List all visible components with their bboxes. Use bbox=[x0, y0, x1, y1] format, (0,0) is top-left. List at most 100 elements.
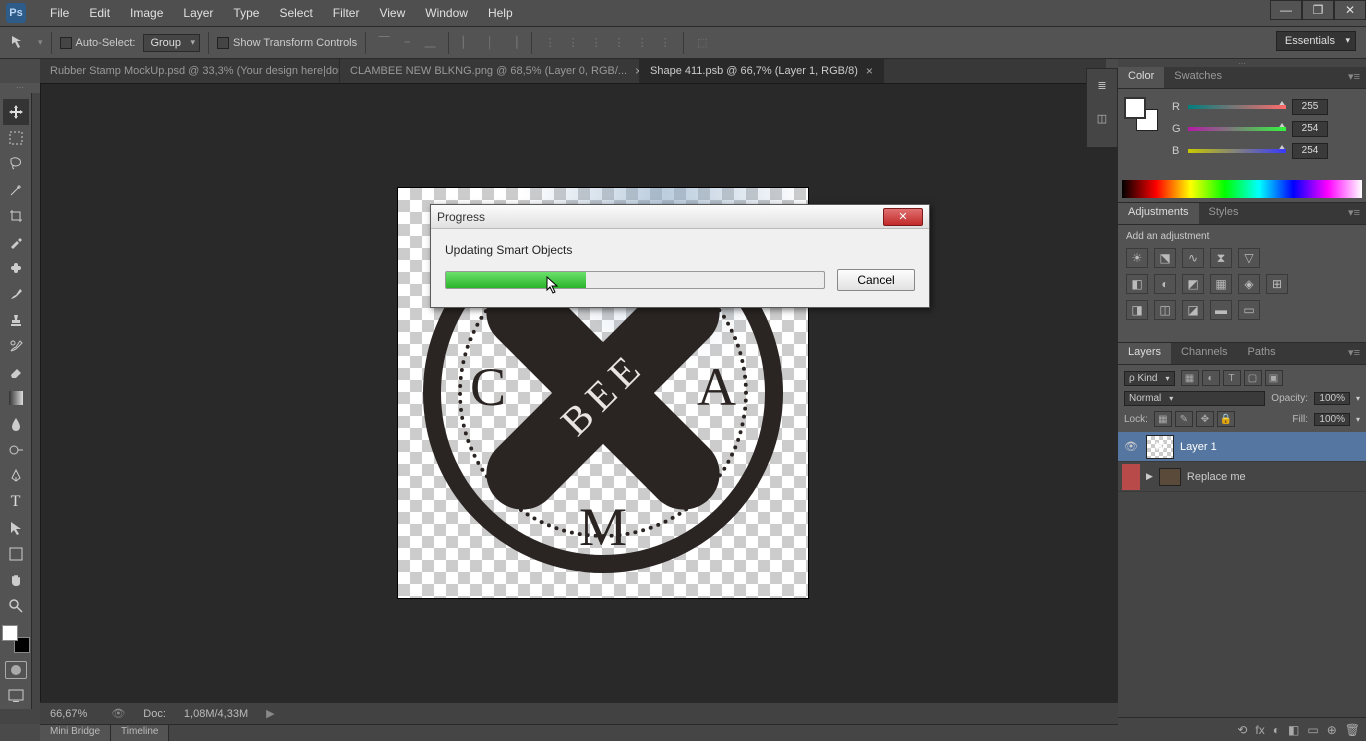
gradient-tool[interactable] bbox=[3, 385, 29, 411]
lock-all-icon[interactable]: 🔒 bbox=[1217, 411, 1235, 427]
menu-type[interactable]: Type bbox=[223, 6, 269, 20]
blur-tool[interactable] bbox=[3, 411, 29, 437]
align-vcenter-icon[interactable]: ⎯ bbox=[397, 34, 417, 52]
dialog-close-button[interactable]: ✕ bbox=[883, 208, 923, 226]
cancel-button[interactable]: Cancel bbox=[837, 269, 915, 291]
align-hcenter-icon[interactable]: │ bbox=[480, 34, 500, 52]
color-spectrum[interactable] bbox=[1122, 180, 1362, 198]
zoom-tool[interactable] bbox=[3, 593, 29, 619]
menu-filter[interactable]: Filter bbox=[323, 6, 370, 20]
opacity-value[interactable]: 100% bbox=[1314, 392, 1350, 405]
window-minimize-button[interactable]: — bbox=[1270, 0, 1302, 20]
r-value[interactable]: 255 bbox=[1292, 99, 1328, 115]
close-icon[interactable]: × bbox=[866, 64, 873, 78]
eyedropper-tool[interactable] bbox=[3, 229, 29, 255]
align-left-icon[interactable]: ▏ bbox=[457, 34, 477, 52]
delete-layer-icon[interactable]: 🗑 bbox=[1345, 723, 1360, 737]
layer-row-layer1[interactable]: 👁 ✕ Layer 1 bbox=[1118, 432, 1366, 462]
filter-smart-icon[interactable]: ▣ bbox=[1265, 370, 1283, 386]
exposure-icon[interactable]: ⧗ bbox=[1210, 248, 1232, 268]
bw-icon[interactable]: ◐ bbox=[1154, 274, 1176, 294]
distribute-icon[interactable]: ⋮ bbox=[586, 34, 606, 52]
blend-mode-select[interactable]: Normal bbox=[1124, 391, 1265, 406]
new-layer-icon[interactable]: ⊕ bbox=[1327, 723, 1337, 737]
vibrance-icon[interactable]: ▽ bbox=[1238, 248, 1260, 268]
move-tool[interactable] bbox=[3, 99, 29, 125]
workspace-selector[interactable]: Essentials bbox=[1276, 31, 1356, 51]
r-slider[interactable] bbox=[1188, 102, 1286, 112]
threshold-icon[interactable]: ◪ bbox=[1182, 300, 1204, 320]
pen-tool[interactable] bbox=[3, 463, 29, 489]
link-layers-icon[interactable]: ⟲ bbox=[1237, 723, 1247, 737]
document-tab-3[interactable]: Shape 411.psb @ 66,7% (Layer 1, RGB/8) × bbox=[640, 59, 884, 83]
fg-bg-swatch[interactable] bbox=[1124, 97, 1158, 131]
layer-name[interactable]: Replace me bbox=[1187, 471, 1246, 483]
tab-channels[interactable]: Channels bbox=[1171, 343, 1237, 364]
lock-transparency-icon[interactable]: ▦ bbox=[1154, 411, 1172, 427]
lock-position-icon[interactable]: ✥ bbox=[1196, 411, 1214, 427]
tab-mini-bridge[interactable]: Mini Bridge bbox=[40, 725, 111, 741]
panel-grip[interactable]: ⋯ bbox=[0, 83, 40, 93]
history-panel-icon[interactable]: ≣ bbox=[1087, 69, 1117, 102]
distribute-icon[interactable]: ⋮ bbox=[655, 34, 675, 52]
tab-paths[interactable]: Paths bbox=[1238, 343, 1286, 364]
colorbalance-icon[interactable]: ⊞ bbox=[1266, 274, 1288, 294]
panel-grip[interactable]: ⋯ bbox=[1118, 59, 1366, 67]
history-brush-tool[interactable] bbox=[3, 333, 29, 359]
filter-type-icon[interactable]: T bbox=[1223, 370, 1241, 386]
menu-layer[interactable]: Layer bbox=[173, 6, 223, 20]
hand-tool[interactable] bbox=[3, 567, 29, 593]
fill-slider-toggle[interactable]: ▾ bbox=[1356, 415, 1360, 424]
tool-options-toggle[interactable]: ▾ bbox=[38, 37, 43, 48]
menu-edit[interactable]: Edit bbox=[79, 6, 120, 20]
levels-icon[interactable]: ⬔ bbox=[1154, 248, 1176, 268]
group-icon[interactable]: ▭ bbox=[1307, 723, 1318, 737]
photo-filter-icon[interactable]: ◩ bbox=[1182, 274, 1204, 294]
distribute-icon[interactable]: ⋮ bbox=[632, 34, 652, 52]
auto-select-target-select[interactable]: Group bbox=[143, 34, 200, 52]
group-expand-icon[interactable]: ▶ bbox=[1146, 471, 1153, 482]
layer-thumbnail[interactable]: ✕ bbox=[1146, 435, 1174, 459]
menu-select[interactable]: Select bbox=[269, 6, 322, 20]
distribute-icon[interactable]: ⋮ bbox=[609, 34, 629, 52]
fill-value[interactable]: 100% bbox=[1314, 413, 1350, 426]
auto-select-checkbox[interactable]: Auto-Select: bbox=[60, 37, 136, 49]
tab-swatches[interactable]: Swatches bbox=[1164, 67, 1232, 88]
curves-icon[interactable]: ∿ bbox=[1182, 248, 1204, 268]
posterize-icon[interactable]: ◫ bbox=[1154, 300, 1176, 320]
crop-tool[interactable] bbox=[3, 203, 29, 229]
tab-layers[interactable]: Layers bbox=[1118, 343, 1171, 364]
dodge-tool[interactable] bbox=[3, 437, 29, 463]
menu-file[interactable]: File bbox=[40, 6, 79, 20]
stamp-tool[interactable] bbox=[3, 307, 29, 333]
menu-help[interactable]: Help bbox=[478, 6, 523, 20]
properties-panel-icon[interactable]: ◫ bbox=[1087, 102, 1117, 135]
lasso-tool[interactable] bbox=[3, 151, 29, 177]
shape-tool[interactable] bbox=[3, 541, 29, 567]
menu-window[interactable]: Window bbox=[415, 6, 478, 20]
tab-timeline[interactable]: Timeline bbox=[111, 725, 169, 741]
g-value[interactable]: 254 bbox=[1292, 121, 1328, 137]
visibility-toggle[interactable]: 👁 bbox=[1122, 440, 1140, 453]
opacity-slider-toggle[interactable]: ▾ bbox=[1356, 394, 1360, 403]
tab-adjustments[interactable]: Adjustments bbox=[1118, 203, 1199, 224]
layer-fx-icon[interactable]: fx bbox=[1255, 723, 1264, 737]
arrange-icon[interactable]: ⬚ bbox=[692, 34, 712, 52]
invert-icon[interactable]: ◨ bbox=[1126, 300, 1148, 320]
gradient-map-icon[interactable]: ▬ bbox=[1210, 300, 1232, 320]
filter-shape-icon[interactable]: ▢ bbox=[1244, 370, 1262, 386]
align-top-icon[interactable]: ⎺ bbox=[374, 34, 394, 52]
b-value[interactable]: 254 bbox=[1292, 143, 1328, 159]
type-tool[interactable]: T bbox=[3, 489, 29, 515]
zoom-eye-icon[interactable]: 👁 bbox=[111, 707, 125, 720]
heal-tool[interactable] bbox=[3, 255, 29, 281]
layer-name[interactable]: Layer 1 bbox=[1180, 441, 1217, 453]
filter-adjustment-icon[interactable]: ◐ bbox=[1202, 370, 1220, 386]
align-bottom-icon[interactable]: ⎽ bbox=[420, 34, 440, 52]
menu-view[interactable]: View bbox=[369, 6, 415, 20]
tab-color[interactable]: Color bbox=[1118, 67, 1164, 88]
align-right-icon[interactable]: ▕ bbox=[503, 34, 523, 52]
layer-filter-kind[interactable]: ρ Kind bbox=[1124, 371, 1175, 386]
foreground-background-colors[interactable] bbox=[2, 625, 30, 653]
status-menu-arrow[interactable]: ▶ bbox=[266, 707, 274, 720]
